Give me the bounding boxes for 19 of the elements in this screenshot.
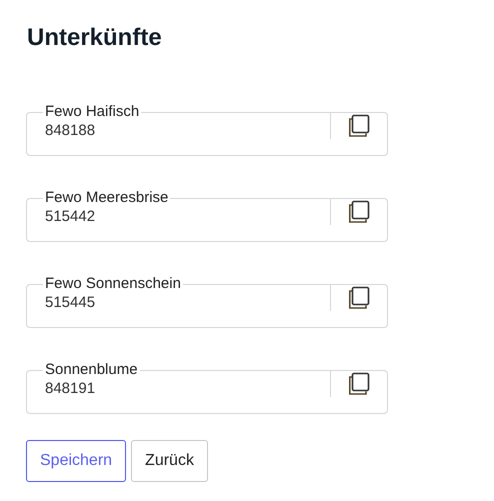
copy-icon	[347, 114, 371, 138]
field-label: Fewo Haifisch	[44, 104, 140, 120]
text-field[interactable]: Fewo Meeresbrise 515442	[26, 190, 388, 242]
input-field[interactable]: 848188	[27, 120, 330, 139]
page-title: Unterkünfte	[27, 24, 163, 52]
copy-icon	[347, 200, 371, 224]
copy-icon	[347, 286, 371, 310]
text-field[interactable]: Sonnenblume 848191	[26, 362, 388, 414]
input-field[interactable]: 515442	[27, 206, 330, 225]
save-button[interactable]: Speichern	[26, 440, 126, 482]
copy-icon	[347, 372, 371, 396]
text-field[interactable]: Fewo Sonnenschein 515445	[26, 276, 388, 328]
text-field[interactable]: Fewo Haifisch 848188	[26, 104, 388, 156]
input-field[interactable]: 848191	[27, 378, 330, 397]
input-field[interactable]: 515445	[27, 292, 330, 311]
field-label: Sonnenblume	[44, 362, 139, 378]
field-label: Fewo Sonnenschein	[44, 276, 182, 292]
field-label: Fewo Meeresbrise	[44, 190, 170, 206]
back-button[interactable]: Zurück	[131, 440, 208, 482]
